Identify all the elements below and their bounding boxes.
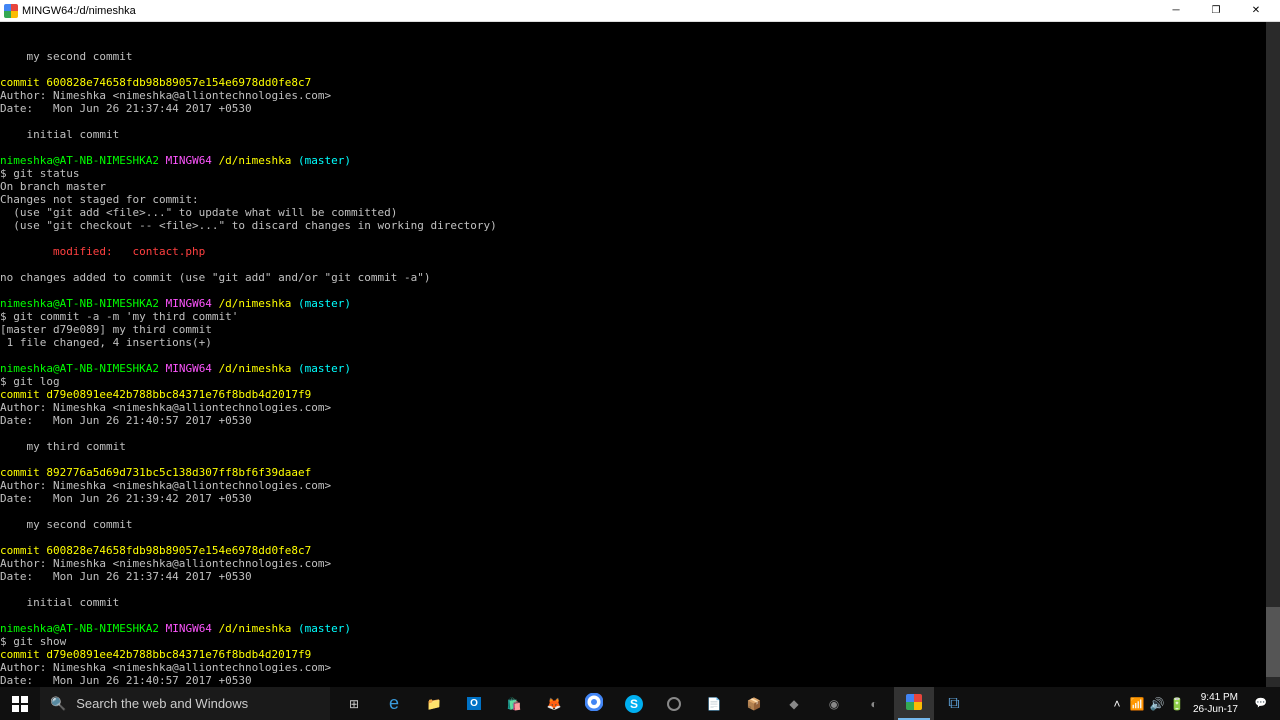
taskbar-app-firefox[interactable]: 🦊 <box>534 687 574 720</box>
windows-icon <box>12 696 28 712</box>
taskbar-app-chrome[interactable] <box>574 687 614 720</box>
outlook-icon: O <box>467 697 481 710</box>
cube-icon: 📦 <box>747 697 762 711</box>
tray-volume-icon[interactable]: 🔊 <box>1147 687 1167 720</box>
taskbar-app-outlook[interactable]: O <box>454 687 494 720</box>
folder-icon: 📁 <box>427 697 442 711</box>
taskbar-app-generic3[interactable]: ◉ <box>814 687 854 720</box>
taskbar-app-notepad[interactable]: 📄 <box>694 687 734 720</box>
search-placeholder: Search the web and Windows <box>76 696 248 711</box>
taskbar-app-generic2[interactable]: ◆ <box>774 687 814 720</box>
gitbash-icon <box>906 694 922 713</box>
taskbar-app-skype[interactable]: S <box>614 687 654 720</box>
app-icon-4: ◐ <box>870 697 877 711</box>
notepad-icon: 📄 <box>707 697 722 711</box>
terminal-scrollbar[interactable] <box>1266 22 1280 687</box>
tray-network-icon[interactable]: 📶 <box>1127 687 1147 720</box>
edge-icon: e <box>389 693 399 714</box>
close-button[interactable]: ✕ <box>1236 0 1276 22</box>
tray-chevron-icon[interactable]: ˄ <box>1107 687 1127 720</box>
notification-icon: 💬 <box>1255 698 1267 709</box>
system-tray: ˄ 📶 🔊 🔋 9:41 PM 26-Jun-17 💬 <box>1107 687 1280 720</box>
taskbar-app-visualstudio[interactable]: ⧉ <box>934 687 974 720</box>
tray-battery-icon[interactable]: 🔋 <box>1167 687 1187 720</box>
taskbar: 🔍 Search the web and Windows ⊞ e 📁 O 🛍️ … <box>0 687 1280 720</box>
minimize-button[interactable]: ─ <box>1156 0 1196 22</box>
taskbar-app-store[interactable]: 🛍️ <box>494 687 534 720</box>
terminal-content: my second commit commit 600828e74658fdb9… <box>0 37 1280 687</box>
scrollbar-thumb[interactable] <box>1266 607 1280 677</box>
taskbar-app-generic1[interactable] <box>654 687 694 720</box>
chrome-icon <box>585 693 603 714</box>
circle-icon <box>667 697 681 711</box>
taskbar-app-explorer[interactable]: 📁 <box>414 687 454 720</box>
window-titlebar: MINGW64:/d/nimeshka ─ ❐ ✕ <box>0 0 1280 22</box>
prompt-user: nimeshka@AT-NB-NIMESHKA2 <box>0 154 159 167</box>
app-icon <box>4 4 18 18</box>
clock-time: 9:41 PM <box>1193 692 1238 704</box>
start-button[interactable] <box>0 687 40 720</box>
terminal-viewport[interactable]: my second commit commit 600828e74658fdb9… <box>0 22 1280 687</box>
store-icon: 🛍️ <box>507 697 522 711</box>
visualstudio-icon: ⧉ <box>948 695 959 713</box>
skype-icon: S <box>625 695 643 713</box>
search-box[interactable]: 🔍 Search the web and Windows <box>40 687 330 720</box>
search-icon: 🔍 <box>50 696 66 712</box>
maximize-button[interactable]: ❐ <box>1196 0 1236 22</box>
window-title: MINGW64:/d/nimeshka <box>22 5 1156 17</box>
firefox-icon: 🦊 <box>547 697 562 711</box>
taskbar-app-cube[interactable]: 📦 <box>734 687 774 720</box>
clock-date: 26-Jun-17 <box>1193 704 1238 716</box>
task-icons: ⊞ e 📁 O 🛍️ 🦊 S 📄 📦 ◆ ◉ ◐ ⧉ <box>330 687 974 720</box>
taskbar-app-gitbash[interactable] <box>894 687 934 720</box>
task-view-button[interactable]: ⊞ <box>334 687 374 720</box>
task-view-icon: ⊞ <box>349 697 359 711</box>
app-icon-3: ◉ <box>829 697 839 711</box>
taskbar-app-generic4[interactable]: ◐ <box>854 687 894 720</box>
taskbar-app-edge[interactable]: e <box>374 687 414 720</box>
notifications-button[interactable]: 💬 <box>1244 687 1278 720</box>
tray-clock[interactable]: 9:41 PM 26-Jun-17 <box>1187 692 1244 716</box>
app-icon-2: ◆ <box>789 697 798 711</box>
